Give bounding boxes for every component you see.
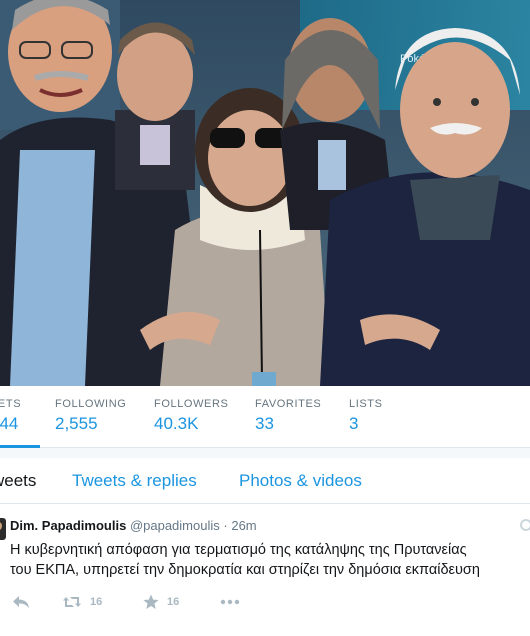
tweet-separator: · [223,518,228,533]
stat-tweets-value: 144 [0,414,19,433]
retweet-count: 16 [90,596,103,608]
stat-following-label: FOLLOWING [55,398,127,410]
stat-lists-label: LISTS [349,398,383,410]
section-gap [0,448,530,458]
stat-followers[interactable]: FOLLOWERS 40.3K [154,386,234,448]
stat-favorites-value: 33 [255,414,274,433]
stat-lists-value: 3 [349,414,359,433]
stat-following-value: 2,555 [55,414,98,433]
tweet-text-line: του ΕΚΠΑ, υπηρετεί την δημοκρατία και στ… [10,562,480,578]
star-icon [143,594,159,609]
tweet-timestamp[interactable]: 26m [231,518,256,533]
tab-photos-videos[interactable]: Photos & videos [239,471,362,491]
favorite-button[interactable]: 16 [143,592,179,612]
tweet-text: Η κυβερνητική απόφαση για τερματισμό της… [10,540,530,580]
stat-tweets-label: EETS [0,398,22,410]
stat-following[interactable]: FOLLOWING 2,555 [55,386,130,448]
header-photo: Pokój [0,0,530,386]
more-button[interactable] [220,592,240,612]
tweet-header: Dim. Papadimoulis @papadimoulis · 26m [10,518,257,533]
tweet[interactable]: Dim. Papadimoulis @papadimoulis · 26m Η … [0,504,530,636]
header-photo-illustration: Pokój [0,0,530,386]
stat-favorites-label: FAVORITES [255,398,322,410]
favorite-count: 16 [167,596,180,608]
profile-stats-bar: EETS 144 FOLLOWING 2,555 FOLLOWERS 40.3K… [0,386,530,448]
more-icon [220,599,240,605]
retweet-icon [63,597,81,607]
stat-tweets[interactable]: EETS 144 [0,386,40,448]
tweet-fullname[interactable]: Dim. Papadimoulis [10,518,126,533]
stat-followers-label: FOLLOWERS [154,398,229,410]
reply-button[interactable] [12,592,30,612]
retweet-button[interactable]: 16 [62,592,102,612]
caret-icon[interactable] [520,519,530,531]
profile-page: Pokój ETS 44 FOLLOWING 2,555 FOLLOWERS 4… [0,0,530,636]
stat-followers-value: 40.3K [154,414,199,433]
tweet-actions: 16 16 [10,592,530,612]
reply-icon [13,596,29,608]
tab-tweets[interactable]: weets [0,471,36,491]
tweet-handle[interactable]: @papadimoulis [130,518,220,533]
tweet-text-line: Η κυβερνητική απόφαση για τερματισμό της… [10,542,467,558]
stat-lists[interactable]: LISTS 3 [349,386,389,448]
avatar[interactable] [0,518,6,540]
tab-tweets-replies[interactable]: Tweets & replies [72,471,197,491]
stat-favorites[interactable]: FAVORITES 33 [255,386,325,448]
timeline-tabs: weets Tweets & replies Photos & videos [0,458,530,504]
